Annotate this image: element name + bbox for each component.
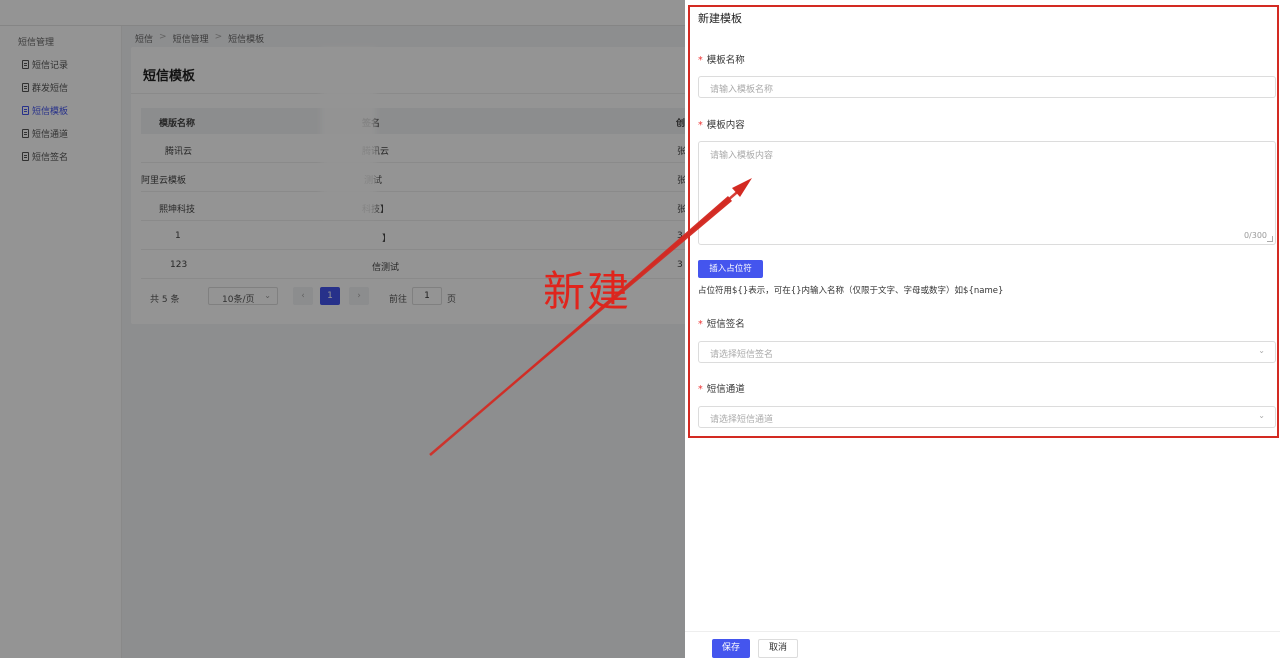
modal-overlay[interactable] (0, 0, 685, 658)
cancel-button[interactable]: 取消 (758, 639, 798, 658)
annotation-label: 新建 (543, 267, 632, 316)
save-button[interactable]: 保存 (712, 639, 750, 658)
drawer-footer: 保存 取消 (685, 631, 1280, 658)
highlight-box (688, 5, 1279, 438)
